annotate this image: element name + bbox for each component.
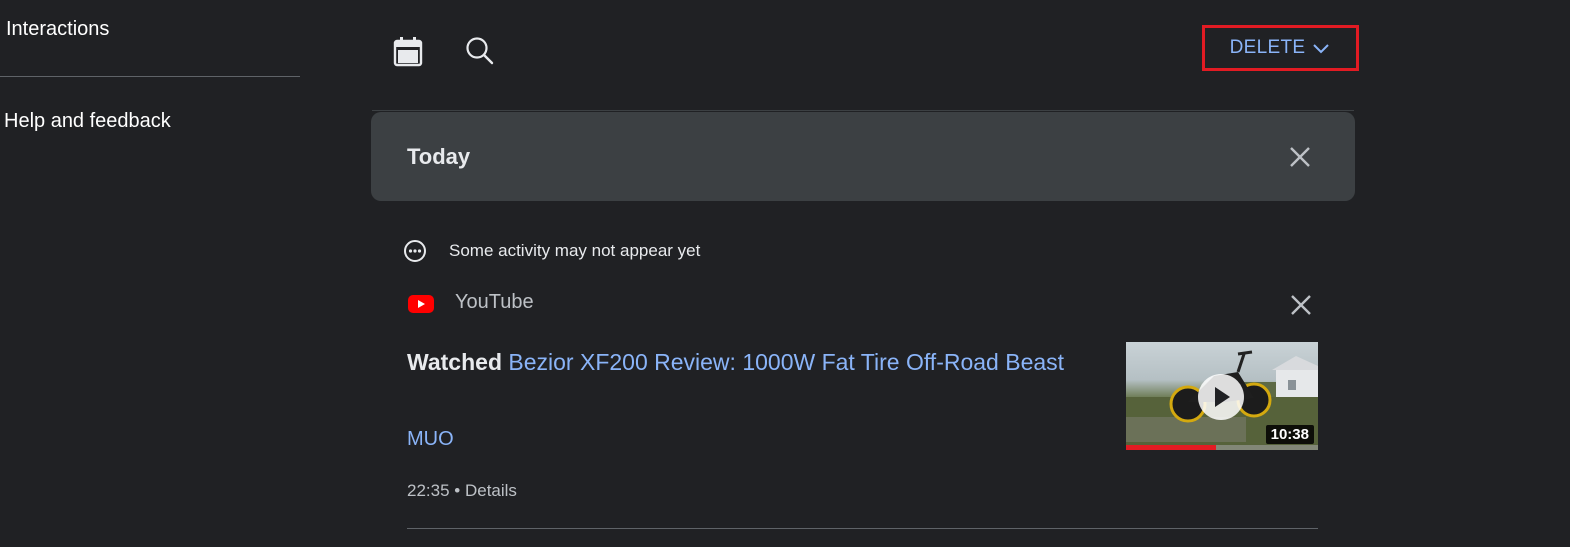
search-icon[interactable] <box>464 35 496 67</box>
activity-source-label: YouTube <box>455 291 534 313</box>
more-horiz-circle-icon <box>403 239 427 263</box>
play-icon <box>1198 374 1244 420</box>
my-activity-page: Interactions Help and feedback DELETE To… <box>0 0 1570 547</box>
activity-title: Watched Bezior XF200 Review: 1000W Fat T… <box>407 344 1087 380</box>
item-divider <box>407 528 1318 529</box>
toolbar-divider <box>372 110 1354 111</box>
activity-notice-text: Some activity may not appear yet <box>449 241 701 260</box>
calendar-icon[interactable] <box>392 36 424 68</box>
delete-item-close-icon[interactable] <box>1286 290 1316 320</box>
sidebar-item-interactions[interactable]: Interactions <box>6 18 109 41</box>
watch-progress-fill <box>1126 445 1217 450</box>
activity-meta: 22:35 • Details <box>407 481 517 501</box>
delete-button[interactable]: DELETE <box>1205 28 1356 68</box>
sidebar-divider <box>0 76 300 77</box>
details-link[interactable]: Details <box>465 481 517 500</box>
delete-highlight-box: DELETE <box>1202 25 1359 71</box>
today-title: Today <box>407 144 471 169</box>
video-thumbnail[interactable]: 10:38 <box>1126 342 1318 450</box>
video-duration-badge: 10:38 <box>1265 425 1314 444</box>
today-header-card: Today <box>371 112 1355 201</box>
sidebar: Interactions Help and feedback <box>0 0 300 547</box>
delete-label: DELETE <box>1229 37 1306 58</box>
activity-verb: Watched <box>407 349 502 375</box>
meta-separator: • <box>454 481 461 500</box>
watch-progress-track <box>1126 445 1318 450</box>
video-title-link[interactable]: Bezior XF200 Review: 1000W Fat Tire Off-… <box>508 349 1064 375</box>
channel-link[interactable]: MUO <box>407 428 454 451</box>
activity-time: 22:35 <box>407 481 450 500</box>
chevron-down-icon <box>1313 44 1330 54</box>
sidebar-item-help-and-feedback[interactable]: Help and feedback <box>4 110 171 133</box>
delete-today-close-icon[interactable] <box>1285 142 1315 172</box>
youtube-logo-icon <box>408 294 434 314</box>
